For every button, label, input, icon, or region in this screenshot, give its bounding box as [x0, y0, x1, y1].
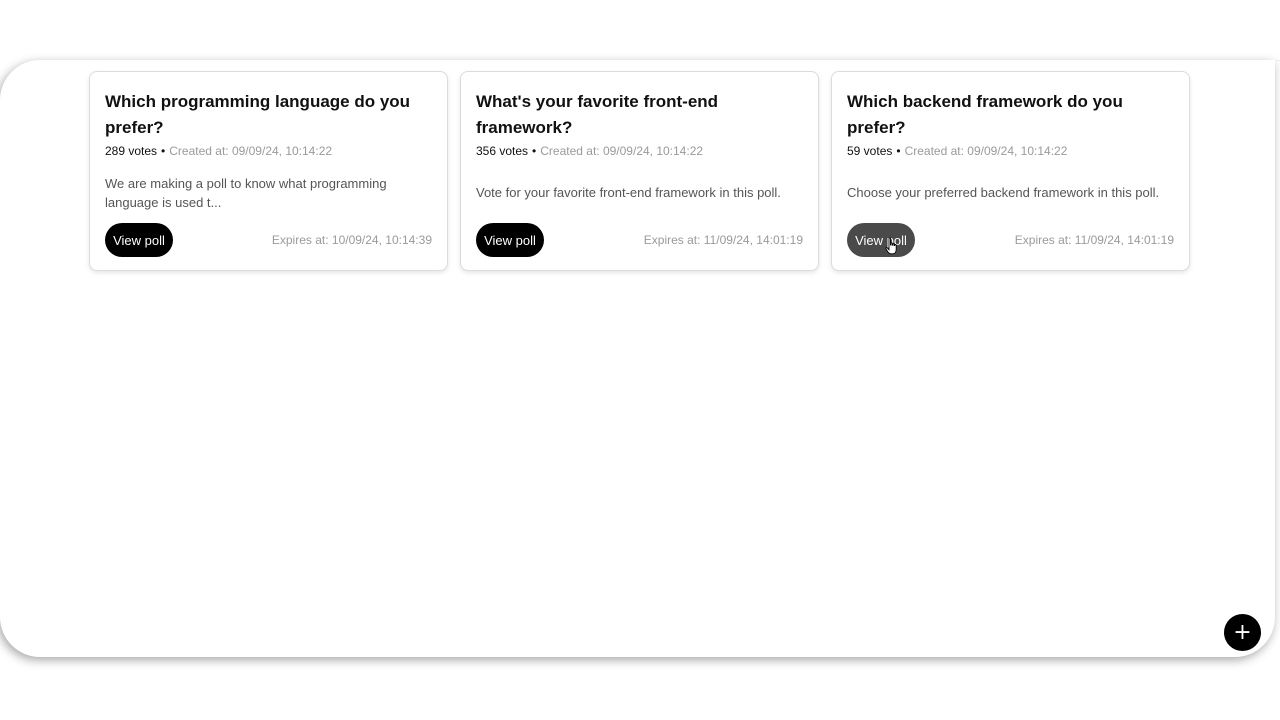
vote-count: 59 votes	[847, 144, 893, 158]
poll-meta: 59 votes • Created at: 09/09/24, 10:14:22	[847, 144, 1067, 158]
vote-count: 356 votes	[476, 144, 529, 158]
expiry-date: Expires at: 10/09/24, 10:14:39	[271, 233, 432, 247]
meta-separator: •	[532, 144, 537, 158]
poll-list: Which programming language do you prefer…	[89, 71, 1190, 271]
expiry-date: Expires at: 11/09/24, 14:01:19	[1014, 233, 1174, 247]
view-poll-button[interactable]: View poll	[847, 223, 915, 257]
hand-pointer-icon	[885, 237, 897, 255]
poll-meta: 356 votes • Created at: 09/09/24, 10:14:22	[476, 144, 703, 158]
view-poll-button[interactable]: View poll	[476, 223, 544, 257]
created-date: Created at: 09/09/24, 10:14:22	[540, 144, 704, 158]
poll-title: Which backend framework do you prefer?	[847, 92, 1123, 137]
created-date: Created at: 09/09/24, 10:14:22	[904, 144, 1068, 158]
view-poll-button[interactable]: View poll	[105, 223, 173, 257]
poll-card: What's your favorite front-end framework…	[460, 71, 819, 271]
create-poll-button[interactable]: +	[1224, 614, 1261, 651]
poll-title: What's your favorite front-end framework…	[476, 92, 719, 137]
plus-icon: +	[1233, 620, 1252, 645]
created-date: Created at: 09/09/24, 10:14:22	[169, 144, 333, 158]
poll-description: Choose your preferred backend framework …	[847, 185, 1160, 200]
app-window: Which programming language do you prefer…	[0, 60, 1275, 657]
poll-description: We are making a poll to know what progra…	[105, 176, 387, 210]
poll-meta: 289 votes • Created at: 09/09/24, 10:14:22	[105, 144, 332, 158]
meta-separator: •	[896, 144, 901, 158]
poll-card: Which programming language do you prefer…	[89, 71, 448, 271]
poll-description: Vote for your favorite front-end framewo…	[476, 185, 781, 200]
meta-separator: •	[161, 144, 166, 158]
poll-card: Which backend framework do you prefer? 5…	[831, 71, 1190, 271]
vote-count: 289 votes	[105, 144, 158, 158]
expiry-date: Expires at: 11/09/24, 14:01:19	[643, 233, 803, 247]
poll-title: Which programming language do you prefer…	[105, 92, 411, 137]
